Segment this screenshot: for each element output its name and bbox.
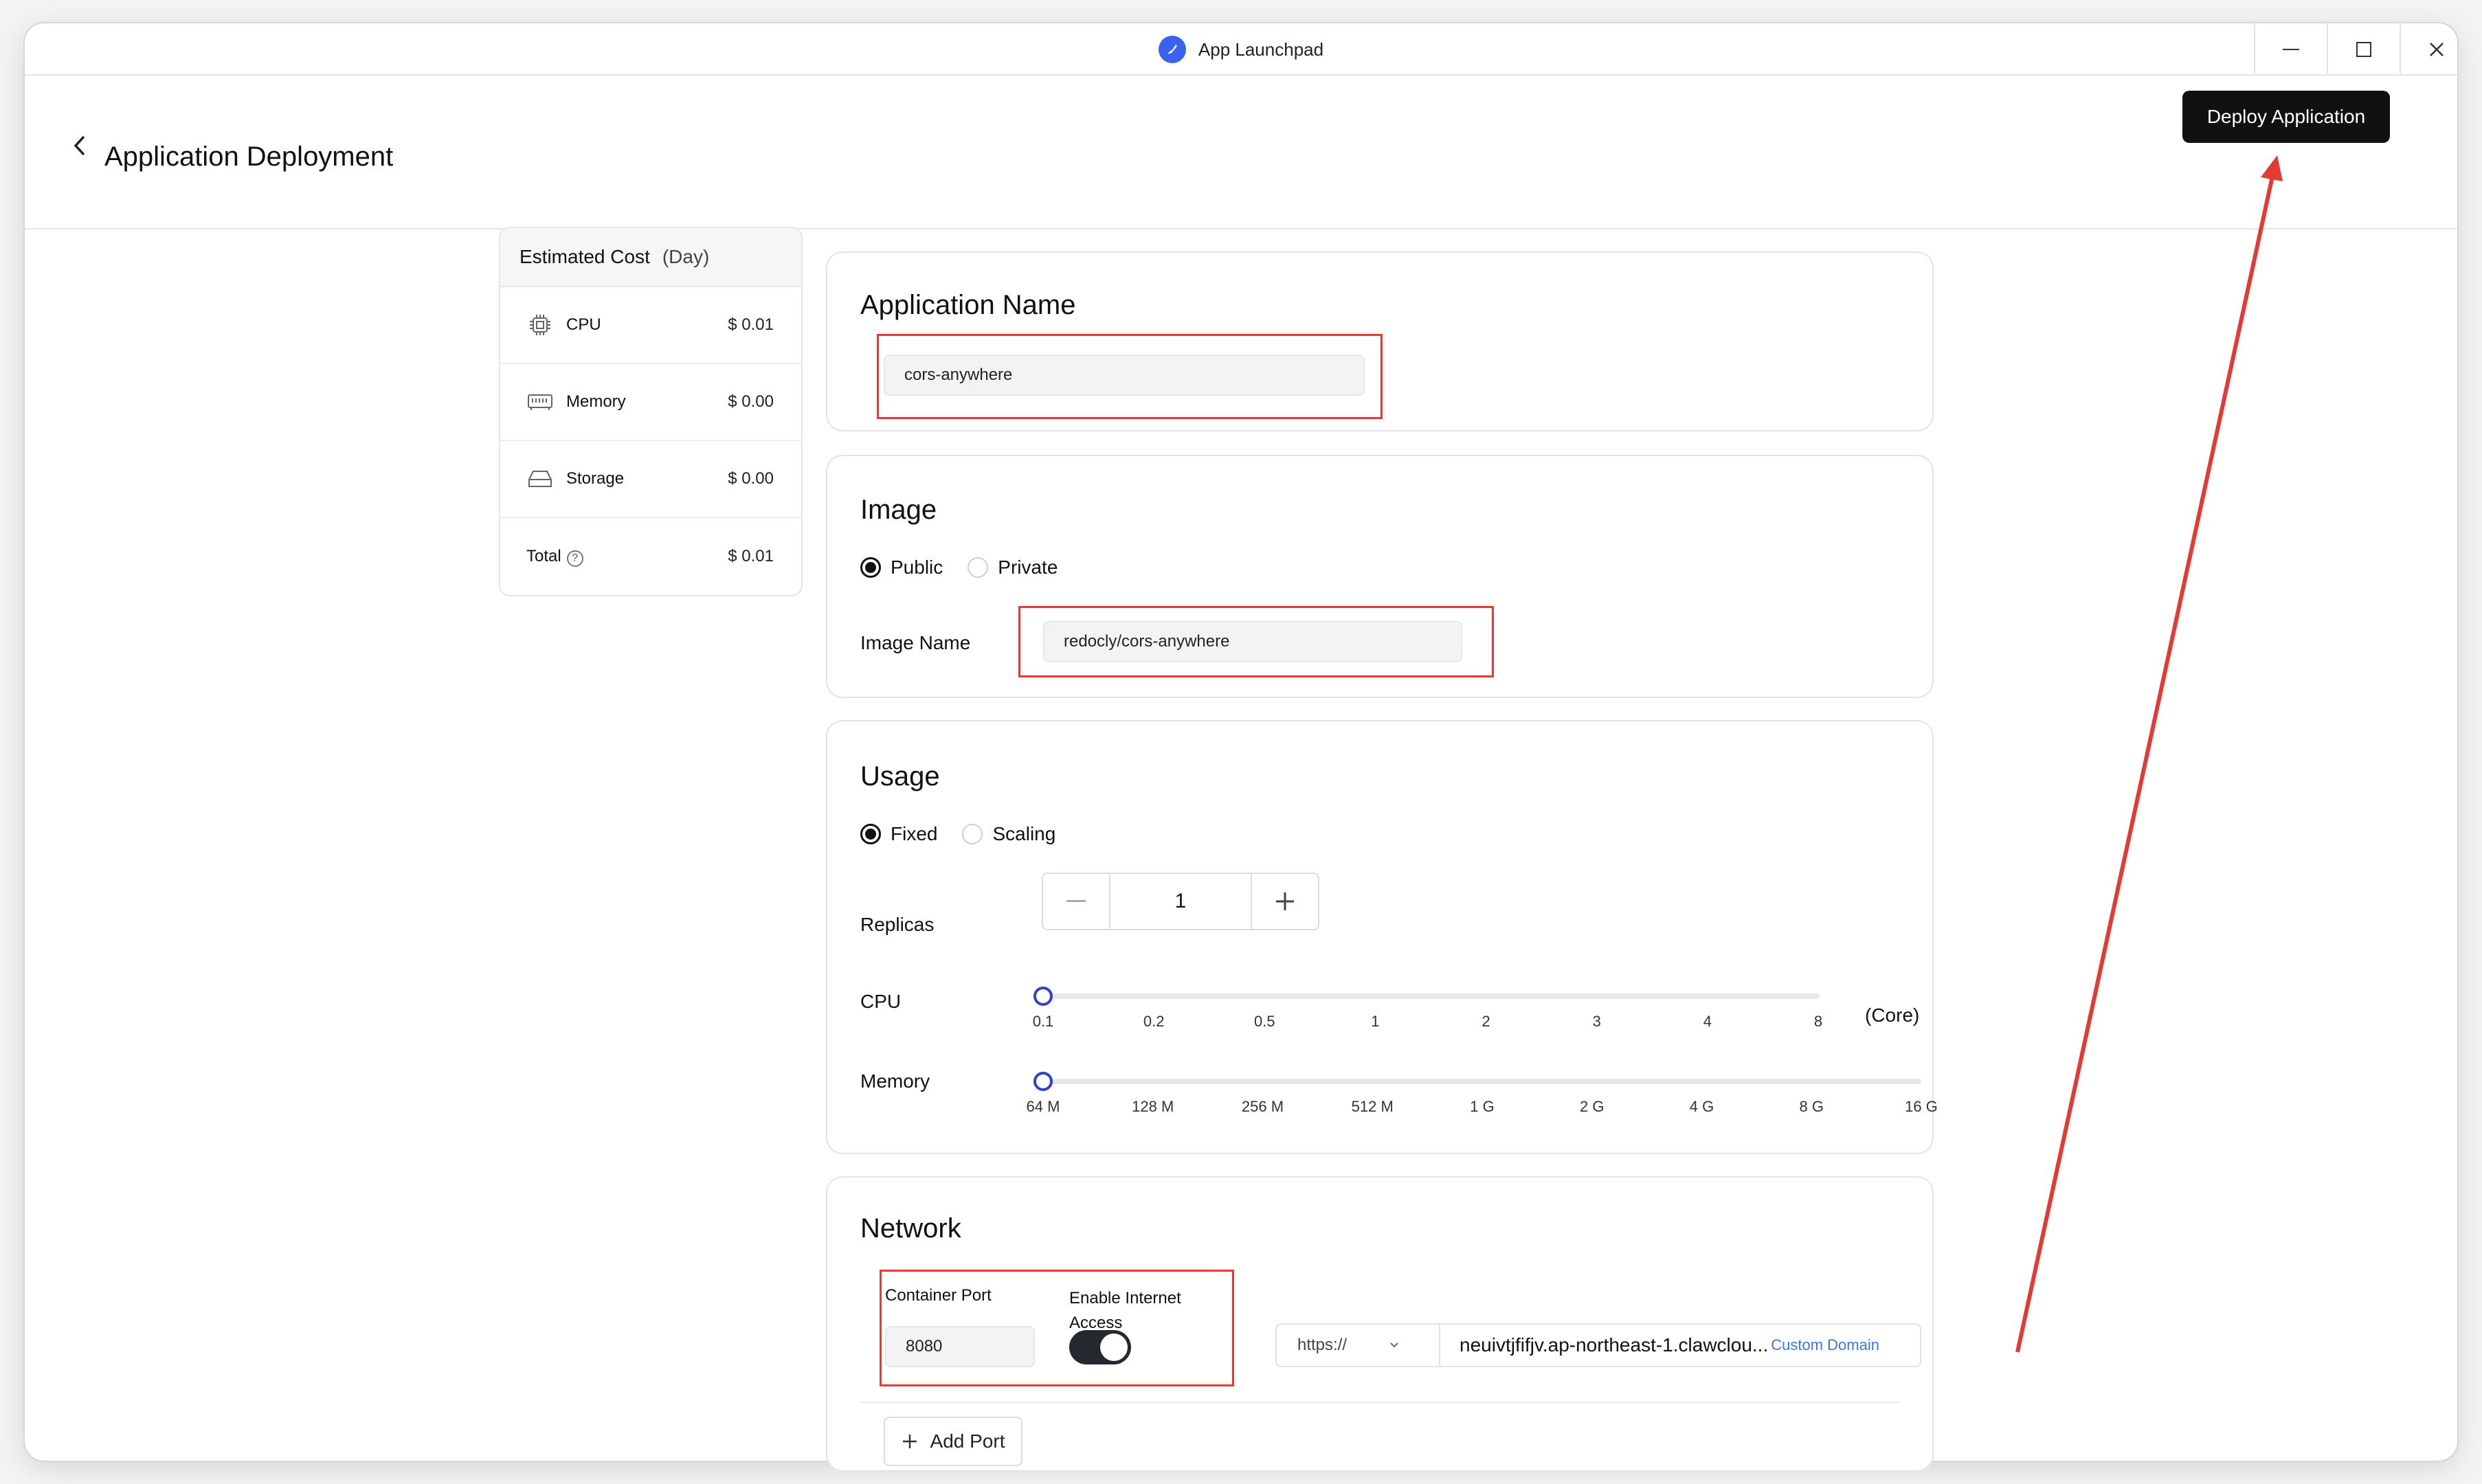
help-icon[interactable]: ? — [566, 550, 583, 567]
cpu-tick-label: 0.5 — [1253, 1013, 1275, 1030]
domain-value: neuivtjfifjv.ap-northeast-1.clawclou... — [1460, 1334, 1769, 1356]
radio-private[interactable]: Private — [968, 556, 1058, 578]
replicas-value[interactable]: 1 — [1109, 874, 1252, 929]
memory-slider-thumb[interactable] — [1033, 1072, 1053, 1091]
custom-domain-link[interactable]: Custom Domain — [1771, 1336, 1879, 1354]
back-button[interactable] — [66, 125, 93, 166]
memory-tick-label: 16 G — [1905, 1098, 1938, 1115]
increment-button[interactable] — [1252, 874, 1318, 929]
network-title: Network — [860, 1213, 961, 1244]
cost-label-memory: Memory — [566, 392, 626, 411]
cpu-tick-label: 2 — [1482, 1013, 1490, 1030]
cpu-tick-label: 8 — [1813, 1013, 1823, 1030]
cost-label-total: Total — [526, 546, 561, 565]
cost-title: Estimated Cost — [519, 246, 650, 267]
page-title: Application Deployment — [104, 142, 394, 172]
title-bar: App Launchpad — [25, 23, 2457, 76]
cpu-tick-label: 3 — [1592, 1013, 1601, 1030]
plus-icon — [1276, 892, 1294, 910]
image-name-input[interactable]: redocly/cors-anywhere — [1043, 621, 1462, 662]
usage-card: Usage Fixed Scaling Replicas CPU Memory — [826, 720, 1934, 1154]
cost-unit: (Day) — [662, 246, 710, 267]
cpu-tick-label: 1 — [1371, 1013, 1380, 1030]
application-name-input[interactable]: cors-anywhere — [884, 355, 1365, 396]
chevron-down-icon — [1390, 1342, 1398, 1348]
memory-tick-label: 64 M — [1026, 1098, 1060, 1115]
cost-row-cpu: CPU $ 0.01 — [500, 287, 801, 364]
estimated-cost-panel: Estimated Cost (Day) CPU $ 0.01 Memory $… — [499, 227, 803, 596]
image-title: Image — [860, 495, 937, 525]
add-port-button[interactable]: Add Port — [884, 1417, 1022, 1466]
cpu-label: CPU — [860, 991, 902, 1012]
cpu-tick-label: 0.2 — [1143, 1013, 1165, 1030]
radio-scaling[interactable]: Scaling — [962, 823, 1055, 845]
divider — [860, 1402, 1899, 1403]
page-header: Application Deployment — [25, 76, 2457, 229]
maximize-icon — [2356, 42, 2371, 57]
cost-value-total: $ 0.01 — [728, 547, 774, 565]
domain-field[interactable]: neuivtjfifjv.ap-northeast-1.clawclou... … — [1439, 1323, 1921, 1367]
close-icon — [2430, 43, 2444, 56]
cost-row-memory: Memory $ 0.00 — [500, 364, 801, 441]
cpu-tick-label: 0.1 — [1032, 1013, 1054, 1030]
radio-public[interactable]: Public — [860, 556, 943, 578]
minus-icon — [1066, 900, 1086, 902]
memory-tick-label: 2 G — [1580, 1098, 1605, 1115]
minimize-icon — [2283, 49, 2299, 50]
cpu-slider-track[interactable] — [1043, 993, 1820, 999]
memory-tick-label: 1 G — [1470, 1098, 1495, 1115]
memory-tick-label: 512 M — [1351, 1098, 1394, 1115]
internet-access-toggle[interactable] — [1069, 1330, 1131, 1364]
protocol-value: https:// — [1297, 1336, 1348, 1354]
cost-label-cpu: CPU — [566, 315, 601, 334]
deploy-application-button[interactable]: Deploy Application — [2182, 91, 2390, 143]
memory-tick-label: 128 M — [1132, 1098, 1174, 1115]
plus-icon — [902, 1435, 917, 1448]
cpu-unit: (Core) — [1865, 1004, 1920, 1026]
memory-tick-label: 4 G — [1689, 1098, 1714, 1115]
storage-icon — [526, 469, 554, 489]
replicas-stepper: 1 — [1042, 873, 1319, 930]
decrement-button[interactable] — [1043, 874, 1109, 929]
container-port-input[interactable]: 8080 — [885, 1326, 1035, 1367]
window-title: App Launchpad — [1198, 38, 1324, 60]
container-port-label: Container Port — [885, 1286, 992, 1305]
minimize-button[interactable] — [2254, 23, 2327, 76]
memory-label: Memory — [860, 1070, 930, 1092]
rocket-icon — [1158, 36, 1186, 63]
memory-tick-label: 256 M — [1241, 1098, 1284, 1115]
memory-tick-label: 8 G — [1799, 1098, 1824, 1115]
application-name-title: Application Name — [860, 290, 1076, 320]
cost-value-memory: $ 0.00 — [728, 392, 774, 411]
maximize-button[interactable] — [2327, 23, 2400, 76]
radio-fixed[interactable]: Fixed — [860, 823, 937, 845]
cost-value-storage: $ 0.00 — [728, 469, 774, 488]
cost-label-storage: Storage — [566, 469, 625, 488]
cpu-slider-thumb[interactable] — [1033, 987, 1053, 1006]
memory-icon — [526, 392, 554, 412]
close-button[interactable] — [2400, 23, 2457, 76]
replicas-label: Replicas — [860, 914, 935, 935]
cpu-icon — [526, 313, 554, 337]
image-name-label: Image Name — [860, 632, 971, 653]
usage-title: Usage — [860, 761, 940, 791]
cost-row-total: Total? $ 0.01 — [500, 518, 801, 595]
cost-value-cpu: $ 0.01 — [728, 315, 774, 334]
chevron-left-icon — [74, 135, 85, 156]
protocol-select[interactable]: https:// — [1275, 1323, 1440, 1367]
cost-row-storage: Storage $ 0.00 — [500, 441, 801, 518]
internet-access-label: Enable Internet — [1069, 1289, 1181, 1307]
cpu-tick-label: 4 — [1703, 1013, 1712, 1030]
memory-slider-track[interactable] — [1043, 1079, 1921, 1084]
